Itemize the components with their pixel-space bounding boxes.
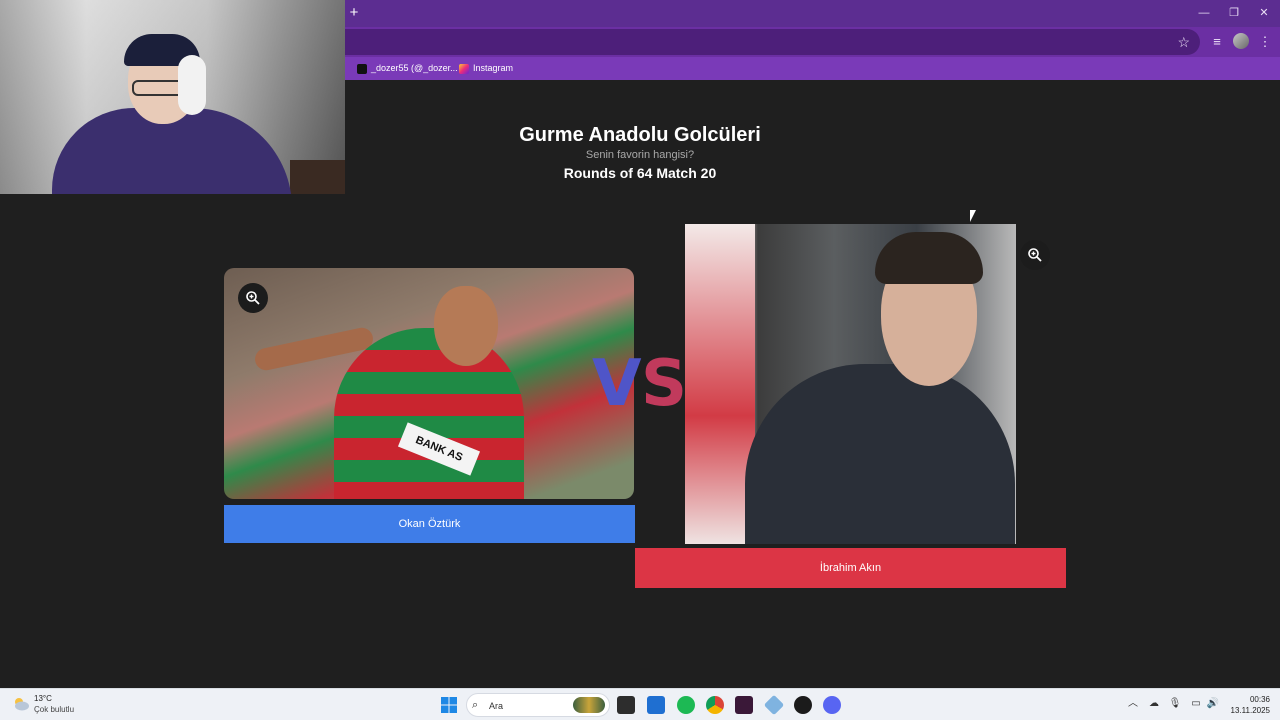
webcam-chair: [290, 160, 345, 194]
media-queue-icon[interactable]: ≡: [1208, 33, 1226, 51]
steam-icon[interactable]: [794, 696, 812, 714]
player-jacket: [745, 364, 1015, 544]
windows-start-icon[interactable]: [440, 696, 458, 714]
chrome-icon[interactable]: [706, 696, 724, 714]
bookmark-tiktok[interactable]: _dozer55 (@_dozer...: [357, 61, 458, 76]
cloud-icon[interactable]: ☁: [1147, 697, 1161, 711]
player-jersey: [334, 328, 524, 499]
page-title: Gurme Anadolu Golcüleri: [519, 124, 761, 146]
file-explorer-icon[interactable]: [617, 696, 635, 714]
bookmark-label: _dozer55 (@_dozer...: [371, 63, 458, 73]
clock-date[interactable]: 13.11.2025: [1220, 705, 1270, 716]
vs-letter-v: V: [592, 347, 642, 421]
display-icon[interactable]: ▭: [1189, 697, 1203, 711]
star-icon[interactable]: ☆: [1177, 33, 1190, 51]
mouse-cursor: [970, 210, 976, 222]
search-highlight-image: [573, 697, 605, 713]
screen: + — ❐ ✕ ☆ ≡ ⋮ _dozer55 (@_dozer... Insta…: [0, 0, 1280, 720]
bookmark-instagram[interactable]: Instagram: [459, 61, 513, 76]
windows-taskbar: 13°C Çok bulutlu ⌕ Ara ︿ ☁ 🎙 ▭ 🔊 00:36 1…: [0, 688, 1280, 720]
zoom-in-icon[interactable]: [238, 283, 268, 313]
minimize-button[interactable]: —: [1196, 5, 1212, 21]
speaker-icon[interactable]: 🔊: [1206, 697, 1220, 711]
pick-left-player-button[interactable]: Okan Öztürk: [224, 505, 635, 543]
spotify-icon[interactable]: [677, 696, 695, 714]
webcam-headset: [178, 55, 206, 115]
search-icon: ⌕: [472, 699, 479, 711]
app-icon[interactable]: [735, 696, 753, 714]
address-bar[interactable]: ☆: [345, 29, 1200, 55]
kebab-menu-icon[interactable]: ⋮: [1256, 33, 1274, 51]
left-player-image[interactable]: BANK AS: [224, 268, 634, 499]
tiktok-icon: [357, 63, 367, 74]
player-hair: [875, 232, 983, 284]
weather-description[interactable]: Çok bulutlu: [34, 704, 74, 715]
page-subtitle: Senin favorin hangisi?: [585, 149, 695, 161]
discord-icon[interactable]: [823, 696, 841, 714]
right-player-image[interactable]: [685, 224, 1016, 544]
search-placeholder: Ara: [489, 701, 504, 711]
store-icon[interactable]: [647, 696, 665, 714]
instagram-icon: [459, 63, 469, 74]
zoom-in-icon[interactable]: [1020, 240, 1050, 270]
weather-cloud-icon[interactable]: [12, 696, 30, 712]
webcam-overlay: [0, 0, 345, 194]
chevron-up-icon[interactable]: ︿: [1126, 697, 1140, 711]
microphone-icon[interactable]: 🎙: [1168, 697, 1182, 711]
new-tab-button[interactable]: +: [347, 5, 361, 21]
close-button[interactable]: ✕: [1256, 5, 1272, 21]
match-round: Rounds of 64 Match 20: [563, 165, 717, 181]
player-face: [434, 286, 498, 366]
profile-avatar[interactable]: [1233, 33, 1249, 49]
restore-button[interactable]: ❐: [1226, 5, 1242, 21]
network-app-icon[interactable]: [763, 694, 785, 716]
weather-temperature[interactable]: 13°C: [34, 693, 52, 704]
taskbar-search[interactable]: ⌕ Ara: [466, 693, 610, 717]
clock-time[interactable]: 00:36: [1230, 694, 1270, 705]
bookmark-label: Instagram: [473, 63, 514, 73]
pick-right-player-button[interactable]: İbrahim Akın: [635, 548, 1066, 588]
vs-letter-s: S: [641, 347, 688, 421]
